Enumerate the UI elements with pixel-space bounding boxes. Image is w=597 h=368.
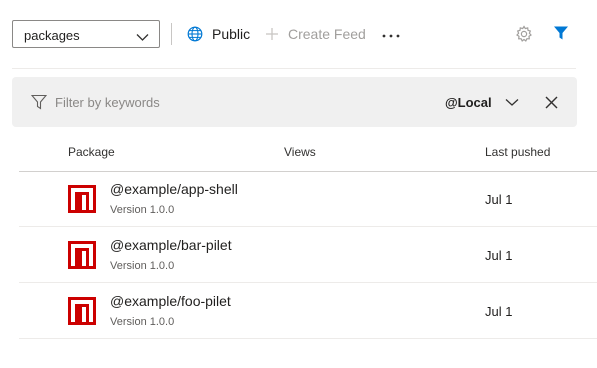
filter-outline-icon (30, 94, 48, 115)
public-button-label: Public (212, 26, 251, 42)
column-header-package[interactable]: Package (68, 145, 115, 159)
public-button[interactable]: Public (187, 23, 250, 45)
package-table-header: Package Views Last pushed (19, 140, 597, 172)
gear-icon (516, 25, 532, 42)
toggle-filter-button[interactable] (553, 25, 569, 46)
globe-icon (187, 26, 203, 42)
close-icon (545, 96, 558, 109)
package-name[interactable]: @example/bar-pilet (110, 237, 232, 253)
npm-logo-icon (68, 185, 96, 213)
view-selector[interactable]: @Local (445, 93, 519, 111)
feed-selector[interactable]: packages (12, 20, 160, 48)
chevron-down-icon (136, 29, 149, 47)
package-name[interactable]: @example/foo-pilet (110, 293, 231, 309)
create-feed-button[interactable]: Create Feed (265, 23, 366, 45)
plus-icon (266, 28, 278, 40)
more-icon (382, 34, 400, 38)
package-last-pushed: Jul 1 (485, 192, 513, 207)
column-header-last-pushed[interactable]: Last pushed (485, 145, 550, 159)
settings-button[interactable] (515, 25, 533, 48)
table-row[interactable]: @example/foo-pilet Version 1.0.0 Jul 1 (19, 283, 597, 339)
filter-icon (554, 26, 568, 40)
feed-selector-value: packages (24, 28, 80, 43)
create-feed-label: Create Feed (288, 26, 366, 42)
view-selector-label: @Local (445, 94, 492, 110)
more-actions-button[interactable] (381, 26, 401, 47)
clear-filter-button[interactable] (545, 96, 558, 114)
filter-bar: Filter by keywords @Local (12, 77, 577, 127)
toolbar-separator (171, 23, 172, 45)
column-header-views[interactable]: Views (284, 145, 316, 159)
keyword-filter-input[interactable]: Filter by keywords (55, 95, 160, 110)
package-name[interactable]: @example/app-shell (110, 181, 238, 197)
npm-logo-icon (68, 297, 96, 325)
package-version: Version 1.0.0 (110, 316, 175, 328)
toolbar-divider (12, 68, 576, 69)
package-last-pushed: Jul 1 (485, 248, 513, 263)
toolbar: packages Public Create Feed (0, 0, 597, 69)
package-version: Version 1.0.0 (110, 260, 175, 272)
table-row[interactable]: @example/app-shell Version 1.0.0 Jul 1 (19, 171, 597, 227)
package-last-pushed: Jul 1 (485, 304, 513, 319)
npm-logo-icon (68, 241, 96, 269)
table-row[interactable]: @example/bar-pilet Version 1.0.0 Jul 1 (19, 227, 597, 283)
chevron-down-icon (505, 98, 519, 106)
package-version: Version 1.0.0 (110, 204, 175, 216)
